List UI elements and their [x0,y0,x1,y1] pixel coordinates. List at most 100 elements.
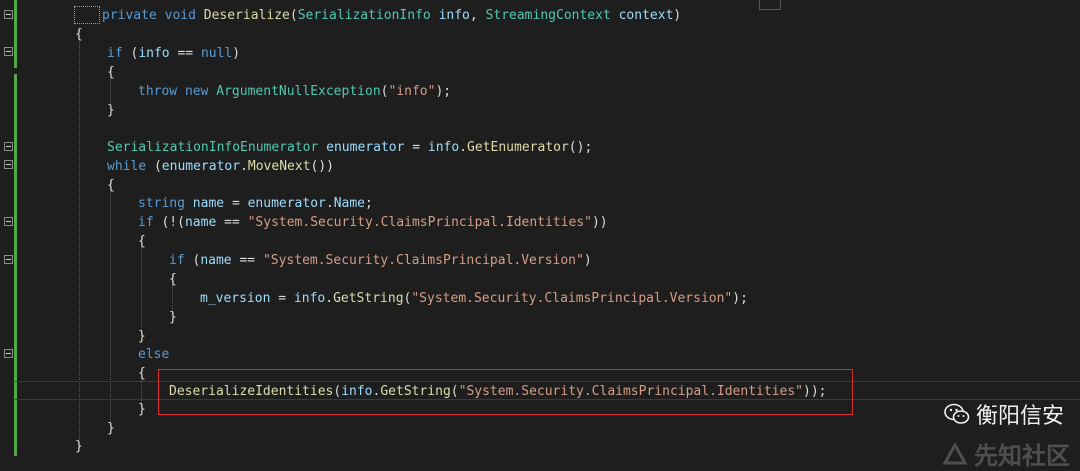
code-token: ; [365,196,373,211]
fold-toggle-icon[interactable] [4,255,13,264]
code-line[interactable]: if (info == null) [107,44,240,63]
code-token: } [107,103,115,118]
code-token: == [239,253,263,268]
code-token: "System.Security.ClaimsPrincipal.Version… [411,291,733,306]
code-token: } [169,310,177,325]
code-token: throw [138,84,185,99]
fold-toggle-icon[interactable] [4,10,13,19]
code-line[interactable]: if (name == "System.Security.ClaimsPrinc… [169,251,592,270]
indent-guide [141,236,142,336]
code-token: while [107,159,154,174]
code-token: "System.Security.ClaimsPrincipal.Version… [262,253,584,268]
fold-toggle-icon[interactable] [4,142,13,151]
code-token: GetString [333,291,404,306]
code-line[interactable]: { [107,63,115,82]
site-logo-icon [942,442,968,464]
code-line[interactable]: } [169,308,177,327]
code-token: ) [673,8,682,23]
code-token: if [138,215,162,230]
code-token: name [184,215,225,230]
code-token: { [107,65,115,80]
code-line[interactable]: while (enumerator.MoveNext()) [107,157,334,176]
code-token: ArgumentNullException [216,84,381,99]
code-token: Deserialize [203,8,290,23]
code-line[interactable]: m_version = info.GetString("System.Secur… [200,289,748,308]
code-token: = [278,291,294,306]
code-token: void [164,8,204,23]
code-line[interactable]: { [138,364,146,383]
code-token: StreamingContext [485,8,619,23]
code-token: Name [333,196,366,211]
code-token: info [138,46,178,61]
code-token: info [438,8,470,23]
code-token: enumerator [161,159,241,174]
code-token: GetEnumerator [467,140,569,155]
fold-toggle-icon[interactable] [4,217,13,226]
code-token: = [231,196,248,211]
code-token: ) [232,46,241,61]
code-line[interactable]: else [138,345,169,364]
code-token: m_version [200,291,279,306]
code-token: else [138,347,170,362]
code-line[interactable]: SerializationInfoEnumerator enumerator =… [107,138,592,157]
code-token: . [459,140,468,155]
code-token: SerializationInfo [297,8,439,23]
highlight-box [158,369,853,415]
code-line[interactable]: { [138,232,146,251]
code-token: ( [289,8,298,23]
wechat-icon [944,403,970,424]
code-token: enumerator [326,140,413,155]
code-line[interactable]: { [75,25,83,44]
fold-toggle-icon[interactable] [4,47,13,56]
change-marker [14,0,17,68]
watermark-account: 衡阳信安 [944,398,1064,430]
code-token: (); [568,140,593,155]
code-token: == [177,46,201,61]
code-token: ); [435,84,452,99]
code-token: ( [153,159,162,174]
code-token: } [75,439,83,454]
code-line[interactable]: private void Deserialize(SerializationIn… [102,6,681,25]
editor-scroll-button[interactable] [759,0,781,10]
code-token: . [325,196,334,211]
code-line[interactable]: { [169,270,177,289]
code-token: , [469,8,486,23]
code-token: ) [583,253,592,268]
code-line[interactable]: string name = enumerator.Name; [138,194,373,213]
code-token: info [427,140,460,155]
code-token: . [240,159,248,174]
code-token: name [192,196,232,211]
code-token: name [200,253,240,268]
code-token: { [138,234,146,249]
code-token: { [75,27,83,42]
fold-toggle-icon[interactable] [4,160,13,169]
code-line[interactable]: } [75,437,83,456]
code-token: == [224,215,248,230]
code-token: . [325,291,334,306]
code-token: } [138,329,146,344]
code-line[interactable]: if (!(name == "System.Security.ClaimsPri… [138,213,608,232]
code-token: ()) [310,159,335,174]
fold-toggle-icon[interactable] [4,349,13,358]
code-line[interactable]: } [138,327,146,346]
code-token: MoveNext [247,159,311,174]
code-token: )) [591,215,608,230]
code-line[interactable]: { [107,176,115,195]
code-token: ); [732,291,748,306]
code-token: { [107,178,115,193]
code-line[interactable]: } [107,419,115,438]
code-line[interactable]: } [138,400,146,419]
code-line[interactable]: throw new ArgumentNullException("info"); [138,82,451,101]
code-token: = [412,140,428,155]
collapsed-region-marker[interactable] [74,6,100,24]
code-line[interactable]: } [107,101,115,120]
code-token: "info" [388,84,436,99]
code-token: null [200,46,233,61]
code-token: } [138,402,146,417]
code-token: info [293,291,326,306]
code-token: } [107,421,115,436]
code-token: { [138,366,146,381]
code-token: new [184,84,217,99]
watermark-site: 先知社区 [942,436,1070,471]
code-token: if [107,46,131,61]
